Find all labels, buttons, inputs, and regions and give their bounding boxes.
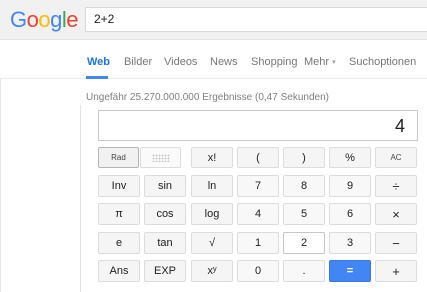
deg-placeholder-icon (151, 153, 170, 162)
divide-button[interactable]: ÷ (375, 175, 417, 197)
plus-button[interactable]: + (375, 260, 417, 282)
exp-button[interactable]: EXP (144, 260, 186, 282)
power-button[interactable]: xʸ (191, 260, 233, 282)
search-box[interactable]: 2+2 (85, 7, 427, 32)
tab-more-label: Mehr (304, 56, 330, 68)
ln-button[interactable]: ln (191, 175, 233, 197)
digit-8-button[interactable]: 8 (283, 175, 325, 197)
euler-button[interactable]: e (98, 232, 140, 254)
multiply-button[interactable]: × (375, 203, 417, 225)
header-bar: Google 2+2 (0, 0, 427, 40)
calculator-result: 4 (394, 116, 405, 136)
divider (0, 79, 1, 292)
page: Google 2+2 Web Bilder Videos News Shoppi… (0, 0, 427, 292)
tab-more[interactable]: Mehr ▾ (304, 56, 336, 70)
all-clear-button[interactable]: AC (375, 147, 417, 168)
active-tab-indicator (86, 76, 108, 79)
cos-button[interactable]: cos (144, 203, 186, 225)
decimal-button[interactable]: . (283, 260, 325, 282)
search-tabs: Web Bilder Videos News Shopping Mehr ▾ Su… (0, 40, 427, 79)
tab-shopping[interactable]: Shopping (251, 56, 298, 69)
deg-button[interactable] (140, 147, 181, 168)
inverse-button[interactable]: Inv (98, 175, 140, 197)
digit-4-button[interactable]: 4 (237, 203, 279, 225)
factorial-button[interactable]: x! (191, 147, 233, 168)
logo-letter: g (50, 7, 62, 32)
minus-button[interactable]: − (375, 232, 417, 254)
digit-7-button[interactable]: 7 (237, 175, 279, 197)
sin-button[interactable]: sin (144, 175, 186, 197)
result-stats: Ungefähr 25.270.000.000 Ergebnisse (0,47… (86, 92, 329, 103)
logo-letter: G (10, 7, 27, 32)
rad-button[interactable]: Rad (98, 147, 139, 168)
digit-2-button[interactable]: 2 (283, 232, 325, 254)
left-paren-button[interactable]: ( (237, 147, 279, 168)
digit-5-button[interactable]: 5 (283, 203, 325, 225)
digit-1-button[interactable]: 1 (237, 232, 279, 254)
chevron-down-icon: ▾ (332, 59, 336, 66)
tab-web[interactable]: Web (87, 56, 110, 69)
right-paren-button[interactable]: ) (283, 147, 325, 168)
tan-button[interactable]: tan (144, 232, 186, 254)
tab-search-tools[interactable]: Suchoptionen (349, 56, 416, 69)
google-logo[interactable]: Google (10, 7, 79, 33)
percent-button[interactable]: % (329, 147, 371, 168)
calculator-display: 4 (98, 110, 418, 141)
ans-button[interactable]: Ans (98, 260, 140, 282)
digit-9-button[interactable]: 9 (329, 175, 371, 197)
sqrt-button[interactable]: √ (191, 232, 233, 254)
search-input[interactable]: 2+2 (94, 8, 114, 31)
log-button[interactable]: log (191, 203, 233, 225)
digit-3-button[interactable]: 3 (329, 232, 371, 254)
pi-button[interactable]: π (98, 203, 140, 225)
logo-letter: e (66, 7, 79, 32)
logo-letter: o (26, 7, 39, 32)
logo-letter: o (38, 7, 51, 32)
digit-6-button[interactable]: 6 (329, 203, 371, 225)
digit-0-button[interactable]: 0 (237, 260, 279, 282)
equals-button[interactable]: = (329, 260, 371, 282)
tab-images[interactable]: Bilder (124, 56, 152, 69)
tab-news[interactable]: News (210, 56, 238, 69)
tab-videos[interactable]: Videos (164, 56, 197, 69)
